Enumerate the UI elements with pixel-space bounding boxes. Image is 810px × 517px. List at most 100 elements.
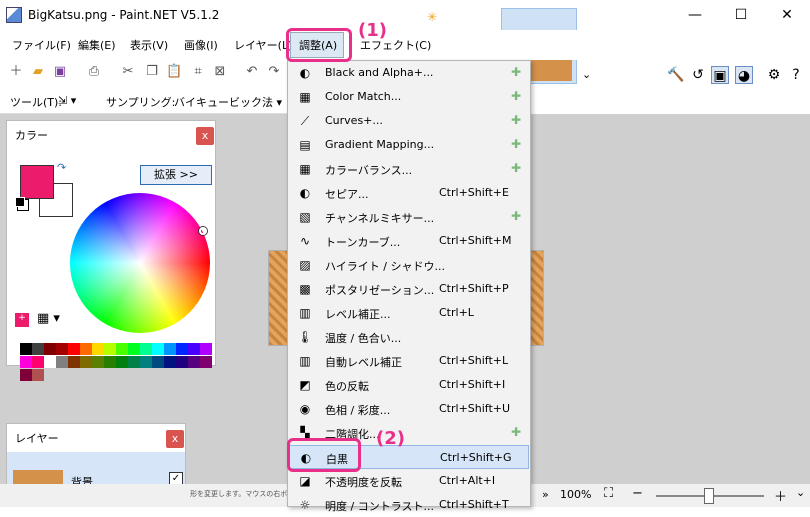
menu-item-color-balance[interactable]: ▦ カラーバランス... ✚ (289, 157, 529, 181)
palette-swatch[interactable] (152, 343, 164, 355)
menu-item-label: トーンカーブ... (325, 236, 401, 249)
palette-swatch[interactable] (32, 343, 44, 355)
palette-swatch[interactable] (140, 356, 152, 368)
layers-icon[interactable]: ▣ (711, 66, 729, 84)
add-color-icon[interactable]: + (15, 313, 29, 327)
palette-swatch[interactable] (56, 356, 68, 368)
undo-icon[interactable]: ↶ (244, 64, 260, 80)
palette-swatch[interactable] (164, 356, 176, 368)
palette-swatch[interactable] (32, 356, 44, 368)
chevron-down-icon[interactable]: ⌄ (796, 486, 805, 499)
palette-swatch[interactable] (116, 343, 128, 355)
palette-swatch[interactable] (128, 356, 140, 368)
palette-swatch[interactable] (32, 369, 44, 381)
palette-swatch[interactable] (92, 343, 104, 355)
menu-item-highlight-shadow[interactable]: ▨ ハイライト / シャドウ... (289, 253, 529, 277)
menu-item-gradient-mapping[interactable]: ▤ Gradient Mapping... ✚ (289, 133, 529, 157)
colors-icon[interactable]: ◕ (735, 66, 753, 84)
menu-item-levels[interactable]: ▥ レベル補正... Ctrl+L (289, 301, 529, 325)
history-icon[interactable]: ↺ (689, 66, 707, 84)
menu-item-color-match[interactable]: ▦ Color Match... ✚ (289, 85, 529, 109)
minimize-button[interactable]: — (672, 0, 718, 30)
crop-icon[interactable]: ⌗ (190, 64, 206, 80)
expand-button[interactable]: 拡張 >> (140, 165, 212, 185)
palette-swatch[interactable] (164, 343, 176, 355)
deselect-icon[interactable]: ⊠ (212, 64, 228, 80)
primary-color-swatch[interactable] (20, 165, 54, 199)
menu-item-auto-level[interactable]: ▥ 自動レベル補正 Ctrl+Shift+L (289, 349, 529, 373)
menu-item-sepia[interactable]: ◐ セピア... Ctrl+Shift+E (289, 181, 529, 205)
zoom-in-icon[interactable]: ＋ (774, 486, 787, 505)
color-wheel-handle[interactable] (199, 227, 207, 235)
palette-swatch[interactable] (176, 343, 188, 355)
close-icon[interactable]: x (196, 127, 214, 145)
tool-picker-icon[interactable]: ⇲ ▾ (58, 94, 76, 107)
palette-swatch[interactable] (104, 343, 116, 355)
menu-item-curves-plus[interactable]: ⟋ Curves+... ✚ (289, 109, 529, 133)
palette-swatch[interactable] (80, 356, 92, 368)
paste-icon[interactable]: 📋 (166, 64, 182, 80)
fit-window-icon[interactable]: ⛶ (604, 486, 613, 501)
palette-swatch[interactable] (140, 343, 152, 355)
palette-swatch[interactable] (20, 356, 32, 368)
zoom-arrow-icon[interactable]: » (542, 488, 549, 501)
palette-swatch[interactable] (56, 343, 68, 355)
palette-swatch[interactable] (44, 356, 56, 368)
print-icon[interactable]: ⎙ (86, 64, 102, 80)
menu-edit[interactable]: 編集(E) (78, 37, 116, 53)
close-icon[interactable]: x (166, 430, 184, 448)
menu-item-hue-saturation[interactable]: ◉ 色相 / 彩度... Ctrl+Shift+U (289, 397, 529, 421)
menu-item-posterize[interactable]: ▩ ポスタリゼーション... Ctrl+Shift+P (289, 277, 529, 301)
palette-swatch[interactable] (200, 356, 212, 368)
color-palette[interactable] (20, 343, 214, 381)
palette-swatch[interactable] (152, 356, 164, 368)
menu-image[interactable]: 画像(I) (184, 37, 218, 53)
menu-file[interactable]: ファイル(F) (12, 37, 71, 53)
redo-icon[interactable]: ↷ (266, 64, 282, 80)
hammer-icon[interactable]: 🔨 (667, 66, 685, 84)
palette-swatch[interactable] (80, 343, 92, 355)
menu-item-tone-curve[interactable]: ∿ トーンカーブ... Ctrl+Shift+M (289, 229, 529, 253)
reset-colors-icon[interactable] (15, 197, 25, 207)
chevron-down-icon[interactable]: ⌄ (582, 68, 591, 81)
palette-swatch[interactable] (200, 343, 212, 355)
copy-icon[interactable]: ❐ (144, 64, 160, 80)
close-button[interactable]: ✕ (764, 0, 810, 30)
sampling-select[interactable]: バイキュービック法 ▾ (174, 94, 282, 110)
menu-layer[interactable]: レイヤー(L) (234, 37, 292, 53)
color-wheel[interactable] (70, 193, 210, 333)
menu-item-black-alpha[interactable]: ◐ Black and Alpha+... ✚ (289, 61, 529, 85)
palette-swatch[interactable] (44, 343, 56, 355)
cut-icon[interactable]: ✂ (120, 64, 136, 80)
swap-colors-icon[interactable]: ↷ (57, 161, 66, 174)
open-icon[interactable]: ▰ (30, 64, 46, 80)
palette-swatch[interactable] (188, 343, 200, 355)
help-icon[interactable]: ? (787, 66, 805, 84)
palette-swatch[interactable] (20, 369, 32, 381)
invert-icon: ◩ (299, 378, 311, 392)
menu-item-invert-alpha[interactable]: ◪ 不透明度を反転 Ctrl+Alt+I (289, 469, 529, 493)
menu-item-invert[interactable]: ◩ 色の反転 Ctrl+Shift+I (289, 373, 529, 397)
palette-swatch[interactable] (68, 343, 80, 355)
palette-swatch[interactable] (104, 356, 116, 368)
palette-swatch[interactable] (92, 356, 104, 368)
menu-item-label: チャンネルミキサー... (325, 212, 435, 225)
palette-swatch[interactable] (188, 356, 200, 368)
save-icon[interactable]: ▣ (52, 64, 68, 80)
palette-swatch[interactable] (128, 343, 140, 355)
zoom-slider-thumb[interactable] (704, 488, 714, 504)
palette-swatch[interactable] (68, 356, 80, 368)
menu-view[interactable]: 表示(V) (130, 37, 168, 53)
levels-icon: ▥ (299, 306, 311, 320)
palette-menu-icon[interactable]: ▦ ▾ (37, 311, 60, 326)
new-icon[interactable]: ＋ (8, 64, 24, 80)
menu-item-temperature[interactable]: 🌡 温度 / 色合い... (289, 325, 529, 349)
palette-swatch[interactable] (176, 356, 188, 368)
palette-swatch[interactable] (20, 343, 32, 355)
zoom-out-icon[interactable]: − (632, 486, 643, 501)
palette-swatch[interactable] (116, 356, 128, 368)
menu-item-brightness-contrast[interactable]: ☼ 明度 / コントラスト... Ctrl+Shift+T (289, 493, 529, 517)
menu-item-channel-mixer[interactable]: ▧ チャンネルミキサー... ✚ (289, 205, 529, 229)
maximize-button[interactable]: ☐ (718, 0, 764, 30)
gear-icon[interactable]: ⚙ (765, 66, 783, 84)
